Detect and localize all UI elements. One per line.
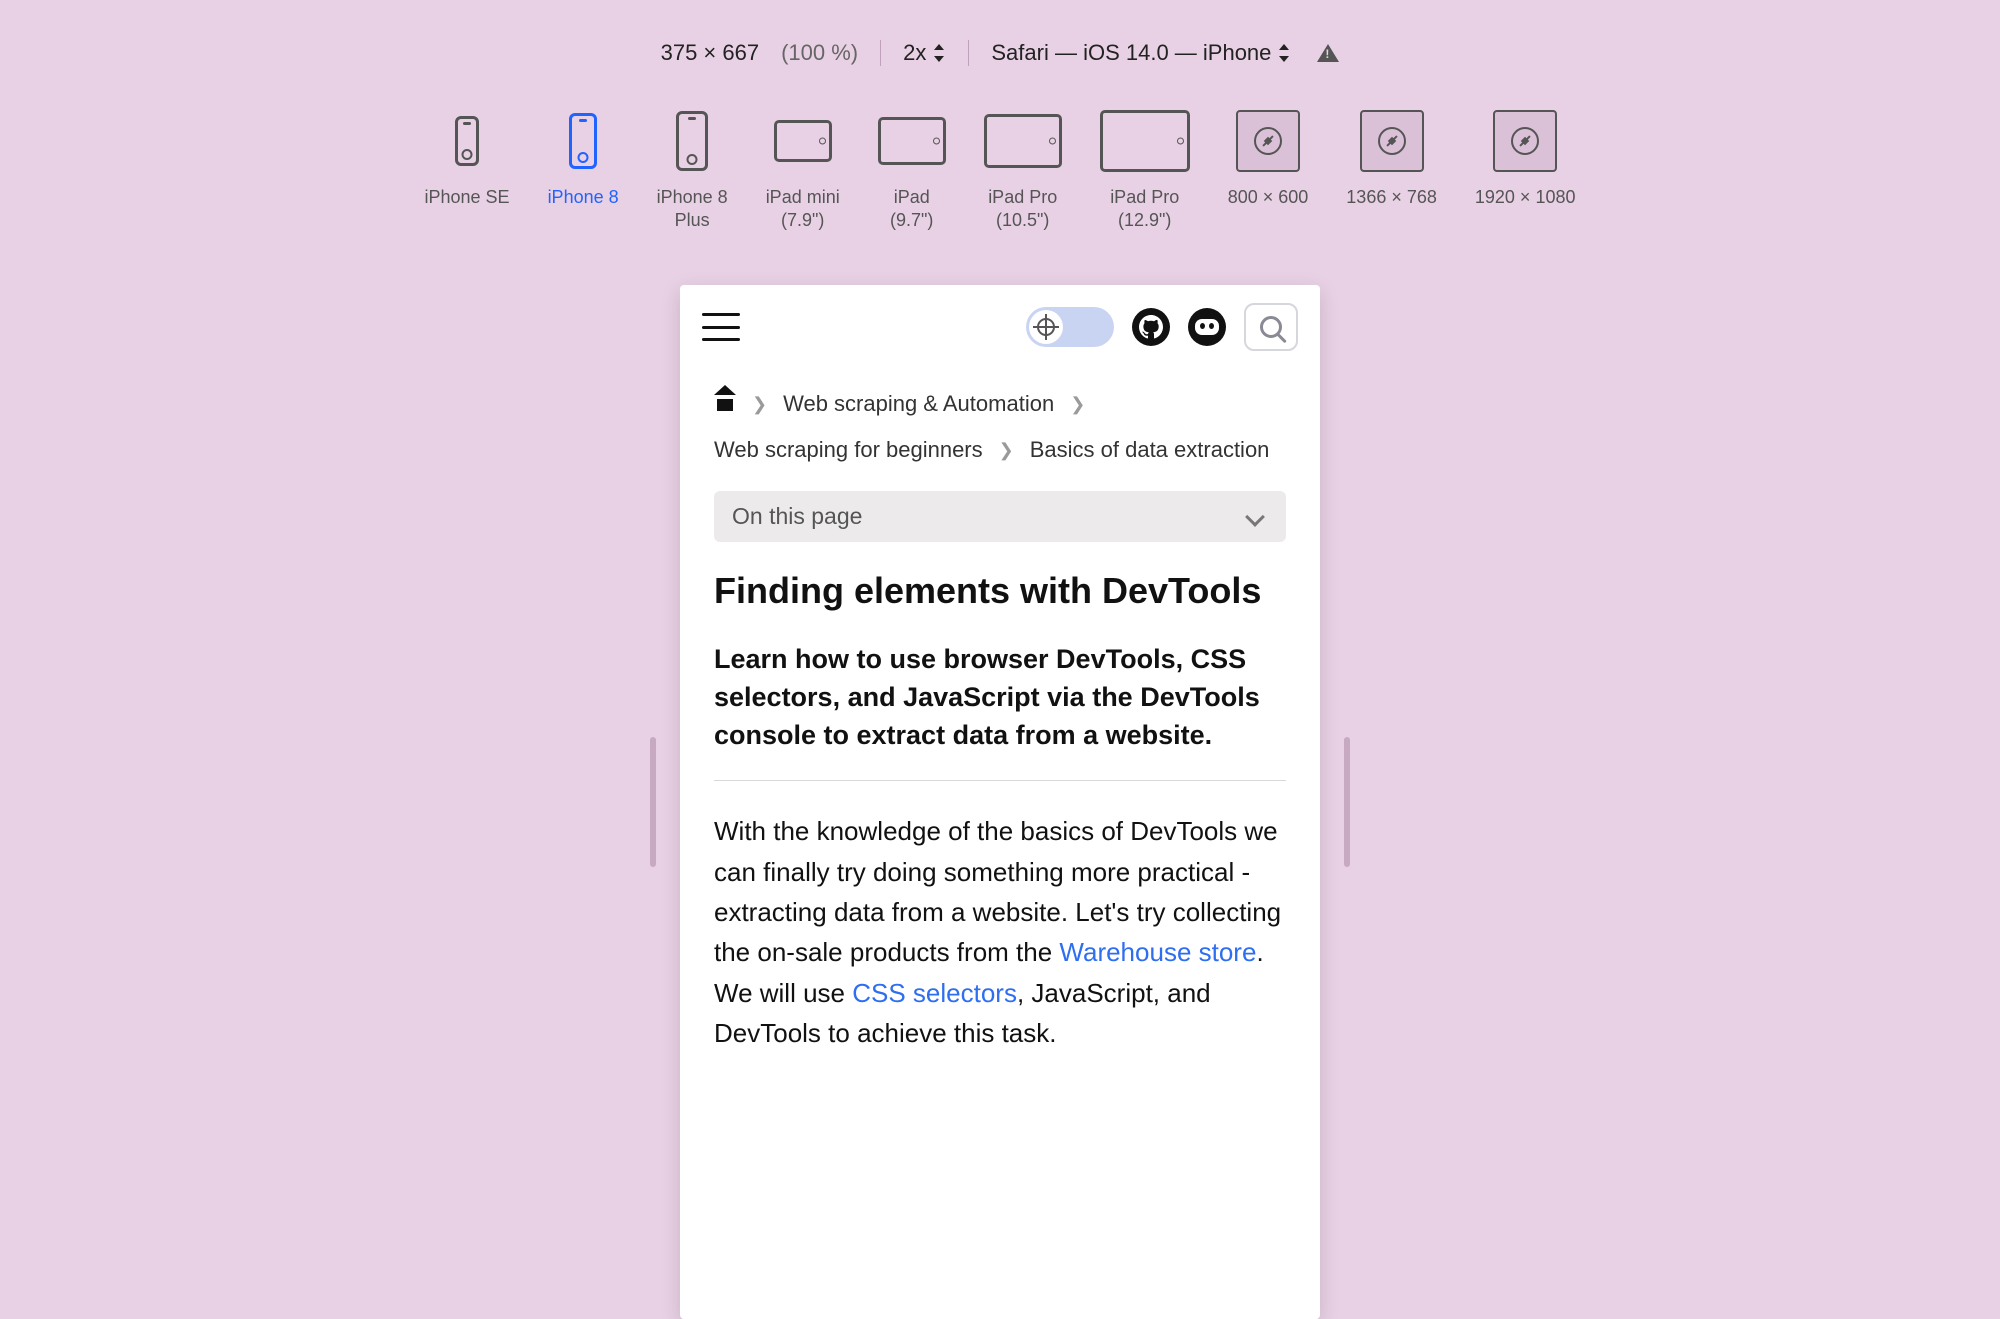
chevron-updown-icon — [1277, 44, 1291, 62]
tablet-icon — [984, 114, 1062, 168]
device-label: 1366 × 768 — [1346, 186, 1437, 209]
chevron-updown-icon — [932, 44, 946, 62]
phone-icon — [676, 111, 708, 171]
responsive-toolbar: 375 × 667 (100 %) 2x Safari — iOS 14.0 —… — [0, 0, 2000, 66]
chevron-down-icon — [1245, 507, 1265, 527]
device-frame: ❯ Web scraping & Automation ❯ Web scrapi… — [680, 285, 1320, 1319]
resize-handle-left[interactable] — [650, 737, 656, 867]
chevron-right-icon: ❯ — [1070, 394, 1085, 415]
divider — [714, 780, 1286, 781]
device-label: iPhone 8 Plus — [657, 186, 728, 231]
home-icon — [714, 393, 736, 411]
device-ipad-pro-129[interactable]: iPad Pro (12.9") — [1100, 106, 1190, 236]
device-iphone-se[interactable]: iPhone SE — [425, 106, 510, 236]
discord-link[interactable] — [1188, 308, 1226, 346]
monitor-icon — [1236, 110, 1300, 172]
device-label: 800 × 600 — [1228, 186, 1309, 209]
device-responsive-1366[interactable]: 1366 × 768 — [1346, 106, 1437, 236]
warning-icon[interactable] — [1317, 44, 1339, 62]
pixel-ratio-value: 2x — [903, 40, 926, 66]
device-responsive-800[interactable]: 800 × 600 — [1228, 106, 1309, 236]
sun-icon — [1037, 318, 1055, 336]
phone-icon — [455, 116, 479, 166]
separator — [880, 40, 881, 66]
toc-label: On this page — [732, 503, 862, 530]
theme-toggle[interactable] — [1026, 307, 1114, 347]
chevron-right-icon: ❯ — [752, 394, 767, 415]
device-label: iPhone SE — [425, 186, 510, 209]
menu-button[interactable] — [702, 313, 740, 341]
tablet-icon — [774, 120, 832, 162]
link-css-selectors[interactable]: CSS selectors — [852, 978, 1017, 1008]
link-warehouse-store[interactable]: Warehouse store — [1059, 937, 1256, 967]
user-agent-select[interactable]: Safari — iOS 14.0 — iPhone — [991, 40, 1291, 66]
compass-icon — [1254, 127, 1282, 155]
tablet-icon — [878, 117, 946, 165]
device-responsive-1920[interactable]: 1920 × 1080 — [1475, 106, 1576, 236]
article-content: Finding elements with DevTools Learn how… — [680, 542, 1320, 1053]
viewport-dimensions: 375 × 667 — [661, 40, 759, 66]
breadcrumb-home[interactable] — [714, 391, 736, 417]
breadcrumb-current: Basics of data extraction — [1030, 437, 1270, 463]
site-navbar — [680, 285, 1320, 363]
pixel-ratio-select[interactable]: 2x — [903, 40, 946, 66]
device-label: iPad Pro (12.9") — [1110, 186, 1179, 231]
device-picker: iPhone SE iPhone 8 iPhone 8 Plus iPad mi… — [0, 106, 2000, 236]
device-ipad-mini[interactable]: iPad mini (7.9") — [766, 106, 840, 236]
device-ipad-pro-105[interactable]: iPad Pro (10.5") — [984, 106, 1062, 236]
search-icon — [1260, 316, 1282, 338]
github-link[interactable] — [1132, 308, 1170, 346]
device-label: iPhone 8 — [548, 186, 619, 209]
device-label: 1920 × 1080 — [1475, 186, 1576, 209]
discord-icon — [1195, 319, 1219, 335]
breadcrumb: ❯ Web scraping & Automation ❯ Web scrapi… — [680, 363, 1320, 473]
github-icon — [1139, 315, 1163, 339]
device-iphone-8-plus[interactable]: iPhone 8 Plus — [657, 106, 728, 236]
search-button[interactable] — [1244, 303, 1298, 351]
tablet-icon — [1100, 110, 1190, 172]
monitor-icon — [1493, 110, 1557, 172]
paragraph: With the knowledge of the basics of DevT… — [714, 811, 1286, 1053]
device-label: iPad (9.7") — [890, 186, 933, 231]
breadcrumb-link[interactable]: Web scraping & Automation — [783, 391, 1054, 417]
compass-icon — [1378, 127, 1406, 155]
resize-handle-right[interactable] — [1344, 737, 1350, 867]
breadcrumb-link[interactable]: Web scraping for beginners — [714, 437, 983, 463]
device-iphone-8[interactable]: iPhone 8 — [548, 106, 619, 236]
device-viewport: ❯ Web scraping & Automation ❯ Web scrapi… — [680, 285, 1320, 1319]
page-title: Finding elements with DevTools — [714, 568, 1286, 613]
separator — [968, 40, 969, 66]
monitor-icon — [1360, 110, 1424, 172]
page-lead: Learn how to use browser DevTools, CSS s… — [714, 641, 1286, 754]
chevron-right-icon: ❯ — [999, 440, 1014, 461]
compass-icon — [1511, 127, 1539, 155]
device-label: iPad Pro (10.5") — [988, 186, 1057, 231]
device-label: iPad mini (7.9") — [766, 186, 840, 231]
device-ipad[interactable]: iPad (9.7") — [878, 106, 946, 236]
toc-toggle[interactable]: On this page — [714, 491, 1286, 542]
user-agent-value: Safari — iOS 14.0 — iPhone — [991, 40, 1271, 66]
zoom-level[interactable]: (100 %) — [781, 40, 858, 66]
phone-icon — [569, 113, 597, 169]
